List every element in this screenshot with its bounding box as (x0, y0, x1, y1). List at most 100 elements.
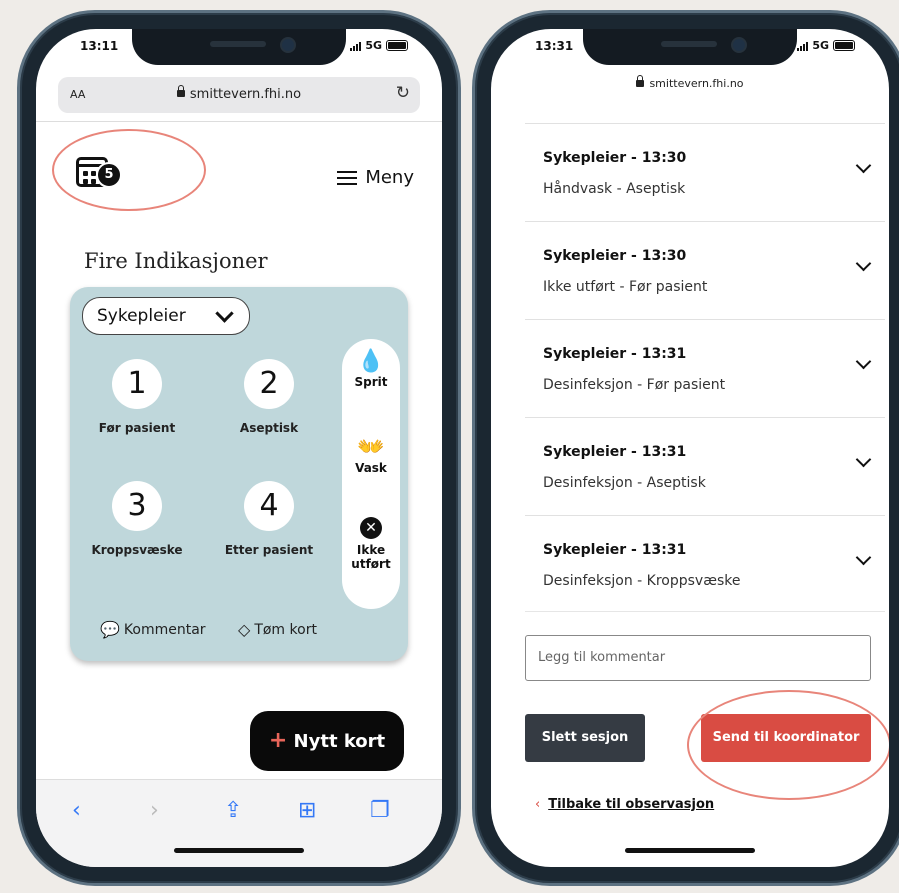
utfort-label: utført (351, 557, 391, 571)
notch (132, 29, 346, 65)
comment-input[interactable]: Legg til kommentar (525, 635, 871, 681)
hand-drop-icon: 💧 (357, 349, 385, 374)
comment-placeholder: Legg til kommentar (538, 650, 666, 665)
list-item[interactable]: Sykepleier - 13:31 Desinfeksjon - Kropps… (525, 515, 885, 613)
chevron-left-icon: ‹ (535, 797, 541, 812)
menu-button[interactable]: Meny (337, 167, 414, 188)
url-text: smittevern.fhi.no (58, 85, 420, 102)
comment-label: Kommentar (123, 621, 206, 638)
clear-card-button[interactable]: ◇ Tøm kort (238, 620, 317, 639)
notch (583, 29, 797, 65)
address-bar[interactable]: AA smittevern.fhi.no ↻ (58, 77, 420, 113)
home-indicator (625, 848, 755, 853)
observation-list: Sykepleier - 13:30 Håndvask - Aseptisk S… (525, 123, 885, 613)
chevron-down-icon[interactable] (855, 353, 872, 370)
entry-title: Sykepleier - 13:31 (543, 542, 687, 558)
left-phone: 13:11 5G AA smittevern.fhi.no ↻ 5 Meny F… (17, 10, 461, 886)
session-button[interactable]: 5 (76, 157, 122, 191)
bookmarks-icon[interactable]: ⊞ (298, 798, 316, 823)
sprit-label: Sprit (354, 375, 388, 389)
new-card-label: Nytt kort (293, 731, 386, 752)
home-indicator (174, 848, 304, 853)
share-icon[interactable]: ⇪ (224, 798, 242, 823)
role-select[interactable]: Sykepleier (82, 297, 250, 335)
role-select-value: Sykepleier (97, 306, 186, 326)
network-label: 5G (812, 39, 829, 52)
left-screen: 13:11 5G AA smittevern.fhi.no ↻ 5 Meny F… (36, 29, 442, 867)
entry-subtitle: Håndvask - Aseptisk (543, 181, 686, 197)
indication-label: Etter pasient (224, 543, 314, 557)
delete-session-button[interactable]: Slett sesjon (525, 714, 645, 762)
vask-label: Vask (355, 461, 387, 475)
action-panel: 💧 Sprit 👐 Vask ✕ Ikke utført (342, 339, 400, 609)
list-item[interactable]: Sykepleier - 13:31 Desinfeksjon - Før pa… (525, 319, 885, 417)
tabs-icon[interactable]: ❐ (370, 798, 390, 823)
battery-icon (386, 40, 408, 51)
network-label: 5G (365, 39, 382, 52)
status-network: 5G (350, 39, 408, 52)
url-label: smittevern.fhi.no (649, 77, 744, 90)
indication-2[interactable]: 2 Aseptisk (214, 359, 324, 435)
indication-4[interactable]: 4 Etter pasient (214, 481, 324, 557)
menu-label: Meny (365, 167, 414, 188)
right-phone: 13:31 5G smittevern.fhi.no Sykepleier - … (472, 10, 899, 886)
highlight-circle (687, 690, 889, 800)
indication-3[interactable]: 3 Kroppsvæske (82, 481, 192, 557)
signal-icon (350, 41, 362, 51)
right-screen: 13:31 5G smittevern.fhi.no Sykepleier - … (491, 29, 889, 867)
entry-title: Sykepleier - 13:31 (543, 346, 687, 362)
indication-number: 1 (112, 359, 162, 409)
list-item[interactable]: Sykepleier - 13:31 Desinfeksjon - Asepti… (525, 417, 885, 515)
plus-icon: + (268, 728, 288, 753)
url-label: smittevern.fhi.no (189, 87, 302, 102)
clear-label: Tøm kort (254, 621, 317, 638)
indication-label: Før pasient (98, 421, 176, 435)
list-divider (525, 611, 885, 612)
back-link[interactable]: ‹ Tilbake til observasjon (535, 797, 714, 812)
back-link-label: Tilbake til observasjon (548, 797, 715, 812)
count-badge: 5 (96, 162, 122, 188)
indication-number: 3 (112, 481, 162, 531)
header-divider (36, 121, 442, 122)
url-text[interactable]: smittevern.fhi.no (491, 74, 889, 90)
entry-subtitle: Desinfeksjon - Aseptisk (543, 475, 706, 491)
entry-subtitle: Desinfeksjon - Før pasient (543, 377, 726, 393)
reload-icon[interactable]: ↻ (396, 83, 410, 103)
entry-subtitle: Desinfeksjon - Kroppsvæske (543, 573, 741, 589)
indication-label: Aseptisk (239, 421, 299, 435)
chevron-down-icon[interactable] (855, 157, 872, 174)
chevron-down-icon[interactable] (855, 451, 872, 468)
hand-wash-icon: 👐 (357, 435, 385, 460)
forward-icon[interactable]: › (150, 798, 159, 823)
indication-number: 4 (244, 481, 294, 531)
x-circle-icon: ✕ (360, 517, 382, 539)
list-item[interactable]: Sykepleier - 13:30 Ikke utført - Før pas… (525, 221, 885, 319)
vask-button[interactable]: 👐 Vask (342, 435, 400, 475)
battery-icon (833, 40, 855, 51)
hamburger-icon (337, 170, 358, 185)
lock-icon (636, 74, 645, 87)
signal-icon (797, 41, 809, 51)
indication-label: Kroppsvæske (91, 543, 183, 557)
ikke-utfort-button[interactable]: ✕ Ikke utført (342, 517, 400, 571)
status-time: 13:31 (535, 39, 574, 53)
sprit-button[interactable]: 💧 Sprit (342, 349, 400, 389)
indication-1[interactable]: 1 Før pasient (82, 359, 192, 435)
list-item[interactable]: Sykepleier - 13:30 Håndvask - Aseptisk (525, 123, 885, 221)
back-icon[interactable]: ‹ (72, 798, 81, 823)
chevron-down-icon[interactable] (855, 549, 872, 566)
browser-toolbar: ‹ › ⇪ ⊞ ❐ (36, 779, 442, 867)
indication-number: 2 (244, 359, 294, 409)
comment-button[interactable]: 💬 Kommentar (100, 620, 206, 639)
entry-title: Sykepleier - 13:30 (543, 248, 687, 264)
entry-title: Sykepleier - 13:30 (543, 150, 687, 166)
page-title: Fire Indikasjoner (84, 249, 268, 273)
entry-subtitle: Ikke utført - Før pasient (543, 279, 708, 295)
chevron-down-icon[interactable] (855, 255, 872, 272)
eraser-icon: ◇ (238, 620, 251, 639)
ikke-label: Ikke (356, 543, 386, 557)
indication-card: Sykepleier 1 Før pasient 2 Aseptisk 3 Kr… (70, 287, 408, 661)
new-card-button[interactable]: + Nytt kort (250, 711, 404, 771)
speech-bubble-icon: 💬 (100, 620, 120, 639)
status-time: 13:11 (80, 39, 119, 53)
